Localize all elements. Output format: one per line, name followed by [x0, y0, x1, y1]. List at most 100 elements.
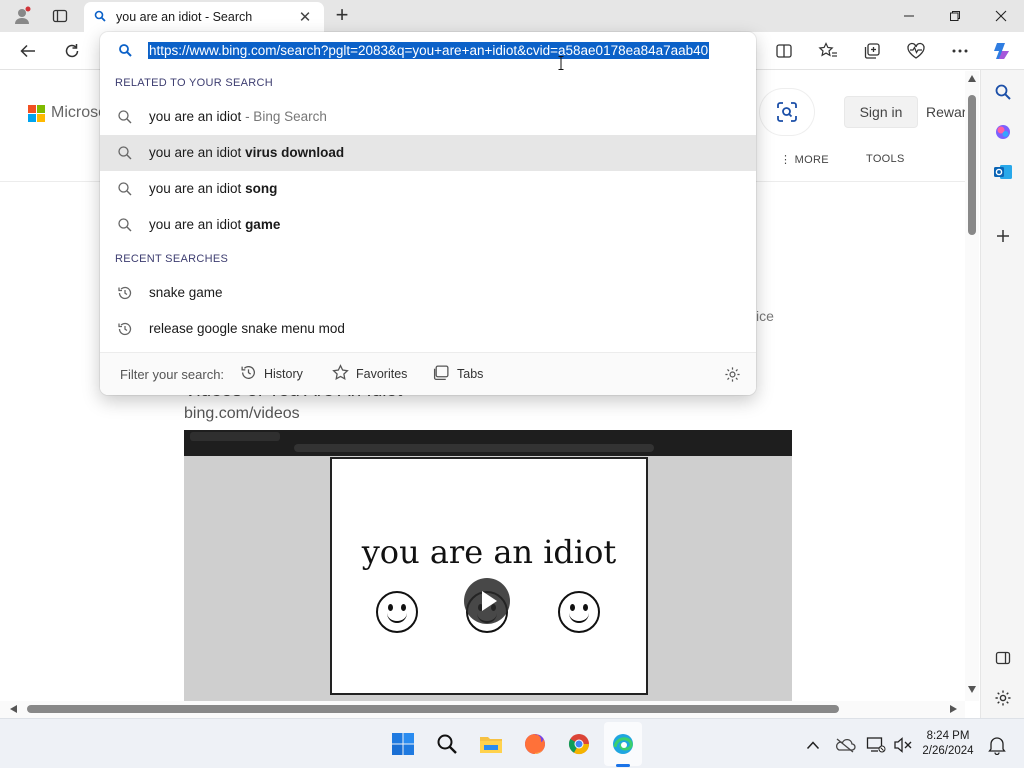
- search-icon: [118, 43, 132, 60]
- back-button[interactable]: [14, 38, 42, 64]
- profile-icon[interactable]: [9, 4, 35, 28]
- suggestion-suffix: song: [245, 181, 278, 196]
- filter-bar: Filter your search: History Favorites Ta…: [100, 352, 756, 395]
- bing-search-icon: [94, 10, 106, 25]
- edge-icon[interactable]: [610, 731, 636, 757]
- volume-muted-icon[interactable]: [890, 732, 916, 758]
- logo-text: Microso: [51, 104, 108, 121]
- tab-title: you are an idiot - Search: [116, 10, 253, 24]
- dropdown-settings-icon[interactable]: [724, 363, 741, 385]
- restore-button[interactable]: [932, 0, 978, 32]
- split-screen-icon[interactable]: [770, 38, 798, 64]
- suggestion-base: you are an idiot: [149, 145, 246, 160]
- suggestion-base: you are an idiot: [149, 181, 246, 196]
- clock-time: 8:24 PM: [926, 730, 970, 742]
- suggestion-item[interactable]: you are an idiot song: [100, 171, 756, 207]
- search-icon[interactable]: [434, 731, 460, 757]
- notification-bell-icon[interactable]: [984, 732, 1010, 758]
- suggestion-base: you are an idiot: [149, 109, 242, 124]
- system-clock[interactable]: 8:24 PM 2/26/2024: [918, 729, 978, 759]
- clock-date: 2/26/2024: [922, 745, 974, 757]
- recent-item[interactable]: snake game: [100, 275, 756, 311]
- chevron-up-icon[interactable]: [800, 732, 826, 758]
- suggestion-item[interactable]: you are an idiot - Bing Search: [100, 99, 756, 135]
- vertical-scrollbar[interactable]: [965, 71, 979, 701]
- suggestion-base: you are an idiot: [149, 217, 246, 232]
- minimize-button[interactable]: [886, 0, 932, 32]
- tab-active[interactable]: you are an idiot - Search ✕: [84, 2, 324, 32]
- more-menu[interactable]: ⋮ MORE: [780, 153, 829, 166]
- history-icon: [117, 321, 133, 337]
- copilot-icon[interactable]: [988, 38, 1016, 64]
- address-bar[interactable]: https://www.bing.com/search?pglt=2083&q=…: [100, 32, 756, 70]
- filter-history-button[interactable]: History: [240, 363, 303, 385]
- video-thumbnail[interactable]: you are an idiot: [184, 430, 792, 701]
- tools-menu[interactable]: TOOLS: [866, 153, 905, 165]
- more-dots-icon: ⋮: [780, 154, 792, 166]
- visual-search-icon: [777, 102, 797, 122]
- history-icon: [117, 285, 133, 301]
- recent-text: release google snake menu mod: [149, 321, 345, 336]
- filter-favorites-label: Favorites: [356, 367, 408, 381]
- browser-essentials-icon[interactable]: [902, 38, 930, 64]
- search-icon: [117, 181, 133, 197]
- start-icon[interactable]: [390, 731, 416, 757]
- suggestion-item[interactable]: you are an idiot virus download: [100, 135, 756, 171]
- active-app-indicator: [616, 764, 630, 767]
- close-window-button[interactable]: [978, 0, 1024, 32]
- horizontal-scrollbar[interactable]: [0, 701, 965, 718]
- search-icon: [117, 145, 133, 161]
- microsoft-grid-icon: [28, 104, 45, 122]
- address-input[interactable]: https://www.bing.com/search?pglt=2083&q=…: [148, 41, 738, 61]
- video-frame: you are an idiot: [330, 457, 648, 695]
- settings-more-icon[interactable]: [946, 38, 974, 64]
- more-label: MORE: [794, 154, 829, 166]
- star-icon: [332, 364, 349, 384]
- filter-tabs-button[interactable]: Tabs: [433, 363, 483, 385]
- address-url-selected: https://www.bing.com/search?pglt=2083&q=…: [148, 42, 710, 59]
- chrome-icon[interactable]: [566, 731, 592, 757]
- file-explorer-icon[interactable]: [478, 731, 504, 757]
- recent-text: snake game: [149, 285, 223, 300]
- firefox-icon[interactable]: [522, 731, 548, 757]
- video-caption: you are an idiot: [361, 533, 617, 571]
- m365-icon[interactable]: [991, 120, 1015, 144]
- collections-icon[interactable]: [858, 38, 886, 64]
- microsoft-logo[interactable]: Microso: [28, 104, 107, 122]
- network-icon[interactable]: [863, 732, 889, 758]
- outlook-icon[interactable]: [991, 160, 1015, 184]
- suggestion-item[interactable]: you are an idiot game: [100, 207, 756, 243]
- visual-search-button[interactable]: [760, 89, 814, 135]
- scroll-thumb-horizontal[interactable]: [27, 705, 839, 713]
- new-tab-button[interactable]: +: [330, 4, 354, 28]
- smiley-icon: [558, 591, 600, 633]
- edge-sidebar: [980, 70, 1024, 718]
- search-icon: [117, 217, 133, 233]
- title-bar: you are an idiot - Search ✕ +: [0, 0, 1024, 32]
- scroll-down-icon[interactable]: [968, 686, 976, 693]
- rewards-link[interactable]: Rewar: [926, 104, 965, 120]
- videos-url[interactable]: bing.com/videos: [184, 405, 300, 423]
- onedrive-icon[interactable]: [832, 732, 858, 758]
- video-address: [294, 444, 654, 452]
- search-icon[interactable]: [991, 80, 1015, 104]
- suggestion-note: - Bing Search: [241, 109, 327, 124]
- recent-item[interactable]: release google snake menu mod: [100, 311, 756, 347]
- sign-in-button[interactable]: Sign in: [844, 96, 918, 128]
- scroll-up-icon[interactable]: [968, 75, 976, 82]
- refresh-button[interactable]: [58, 38, 86, 64]
- filter-favorites-button[interactable]: Favorites: [332, 363, 407, 385]
- scroll-left-icon[interactable]: [10, 705, 17, 713]
- sidebar-settings-icon[interactable]: [991, 686, 1015, 710]
- scroll-right-icon[interactable]: [950, 705, 957, 713]
- favorites-star-icon[interactable]: [814, 38, 842, 64]
- address-bar-dropdown: https://www.bing.com/search?pglt=2083&q=…: [100, 32, 756, 395]
- tab-close-icon[interactable]: ✕: [296, 8, 314, 26]
- smiley-icon: [376, 591, 418, 633]
- play-button[interactable]: [464, 578, 510, 624]
- add-icon[interactable]: [991, 224, 1015, 248]
- tab-actions-icon[interactable]: [47, 4, 73, 28]
- hide-sidebar-icon[interactable]: [991, 646, 1015, 670]
- scroll-thumb[interactable]: [968, 95, 976, 235]
- history-icon: [240, 364, 257, 384]
